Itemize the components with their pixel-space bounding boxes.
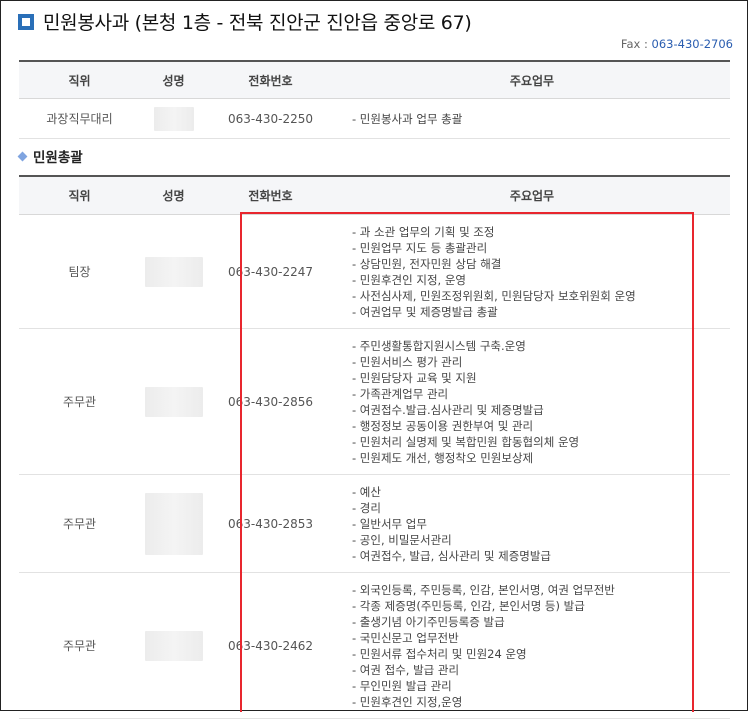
department-title-text: 민원봉사과 (본청 1층 - 전북 진안군 진안읍 중앙로 67) — [43, 12, 472, 34]
section-title: 민원총괄 — [17, 146, 83, 166]
position-cell: 주무관 — [19, 474, 140, 573]
name-cell — [140, 328, 207, 475]
duty-cell: - 민원봉사과 업무 총괄 — [334, 98, 730, 139]
position-cell: 팀장 — [19, 214, 140, 329]
table-header-row: 직위 성명 전화번호 주요업무 — [19, 176, 730, 215]
phone-cell: 063-430-2250 — [207, 98, 334, 139]
blurred-name — [153, 106, 194, 131]
department-head-table: 직위 성명 전화번호 주요업무 과장직무대리 063-430-2250 - 민원… — [19, 60, 730, 139]
column-header-position: 직위 — [19, 176, 140, 215]
name-cell — [140, 214, 207, 329]
position-cell: 주무관 — [19, 572, 140, 719]
name-cell — [140, 98, 207, 139]
table-row: 과장직무대리 063-430-2250 - 민원봉사과 업무 총괄 — [19, 98, 730, 139]
column-header-duty: 주요업무 — [334, 61, 730, 99]
blurred-name — [144, 386, 203, 417]
square-bullet-icon — [18, 13, 34, 30]
column-header-name: 성명 — [140, 61, 207, 99]
section-title-text: 민원총괄 — [33, 150, 83, 166]
position-cell: 과장직무대리 — [19, 98, 140, 139]
fax-info: Fax : 063-430-2706 — [621, 37, 733, 51]
column-header-duty: 주요업무 — [334, 176, 730, 215]
column-header-position: 직위 — [19, 61, 140, 99]
highlight-box — [240, 212, 694, 712]
table-header-row: 직위 성명 전화번호 주요업무 — [19, 61, 730, 99]
column-header-phone: 전화번호 — [207, 61, 334, 99]
column-header-phone: 전화번호 — [207, 176, 334, 215]
blurred-name — [144, 492, 203, 555]
fax-number: 063-430-2706 — [651, 37, 733, 51]
blurred-name — [144, 256, 203, 287]
fax-label: Fax : — [620, 37, 652, 51]
name-cell — [140, 474, 207, 573]
column-header-name: 성명 — [140, 176, 207, 215]
position-cell: 주무관 — [19, 328, 140, 475]
department-title: 민원봉사과 (본청 1층 - 전북 진안군 진안읍 중앙로 67) — [18, 8, 472, 35]
duty-item: - 민원봉사과 업무 총괄 — [352, 111, 463, 126]
blurred-name — [144, 630, 203, 661]
name-cell — [140, 572, 207, 719]
diamond-bullet-icon — [17, 151, 28, 161]
